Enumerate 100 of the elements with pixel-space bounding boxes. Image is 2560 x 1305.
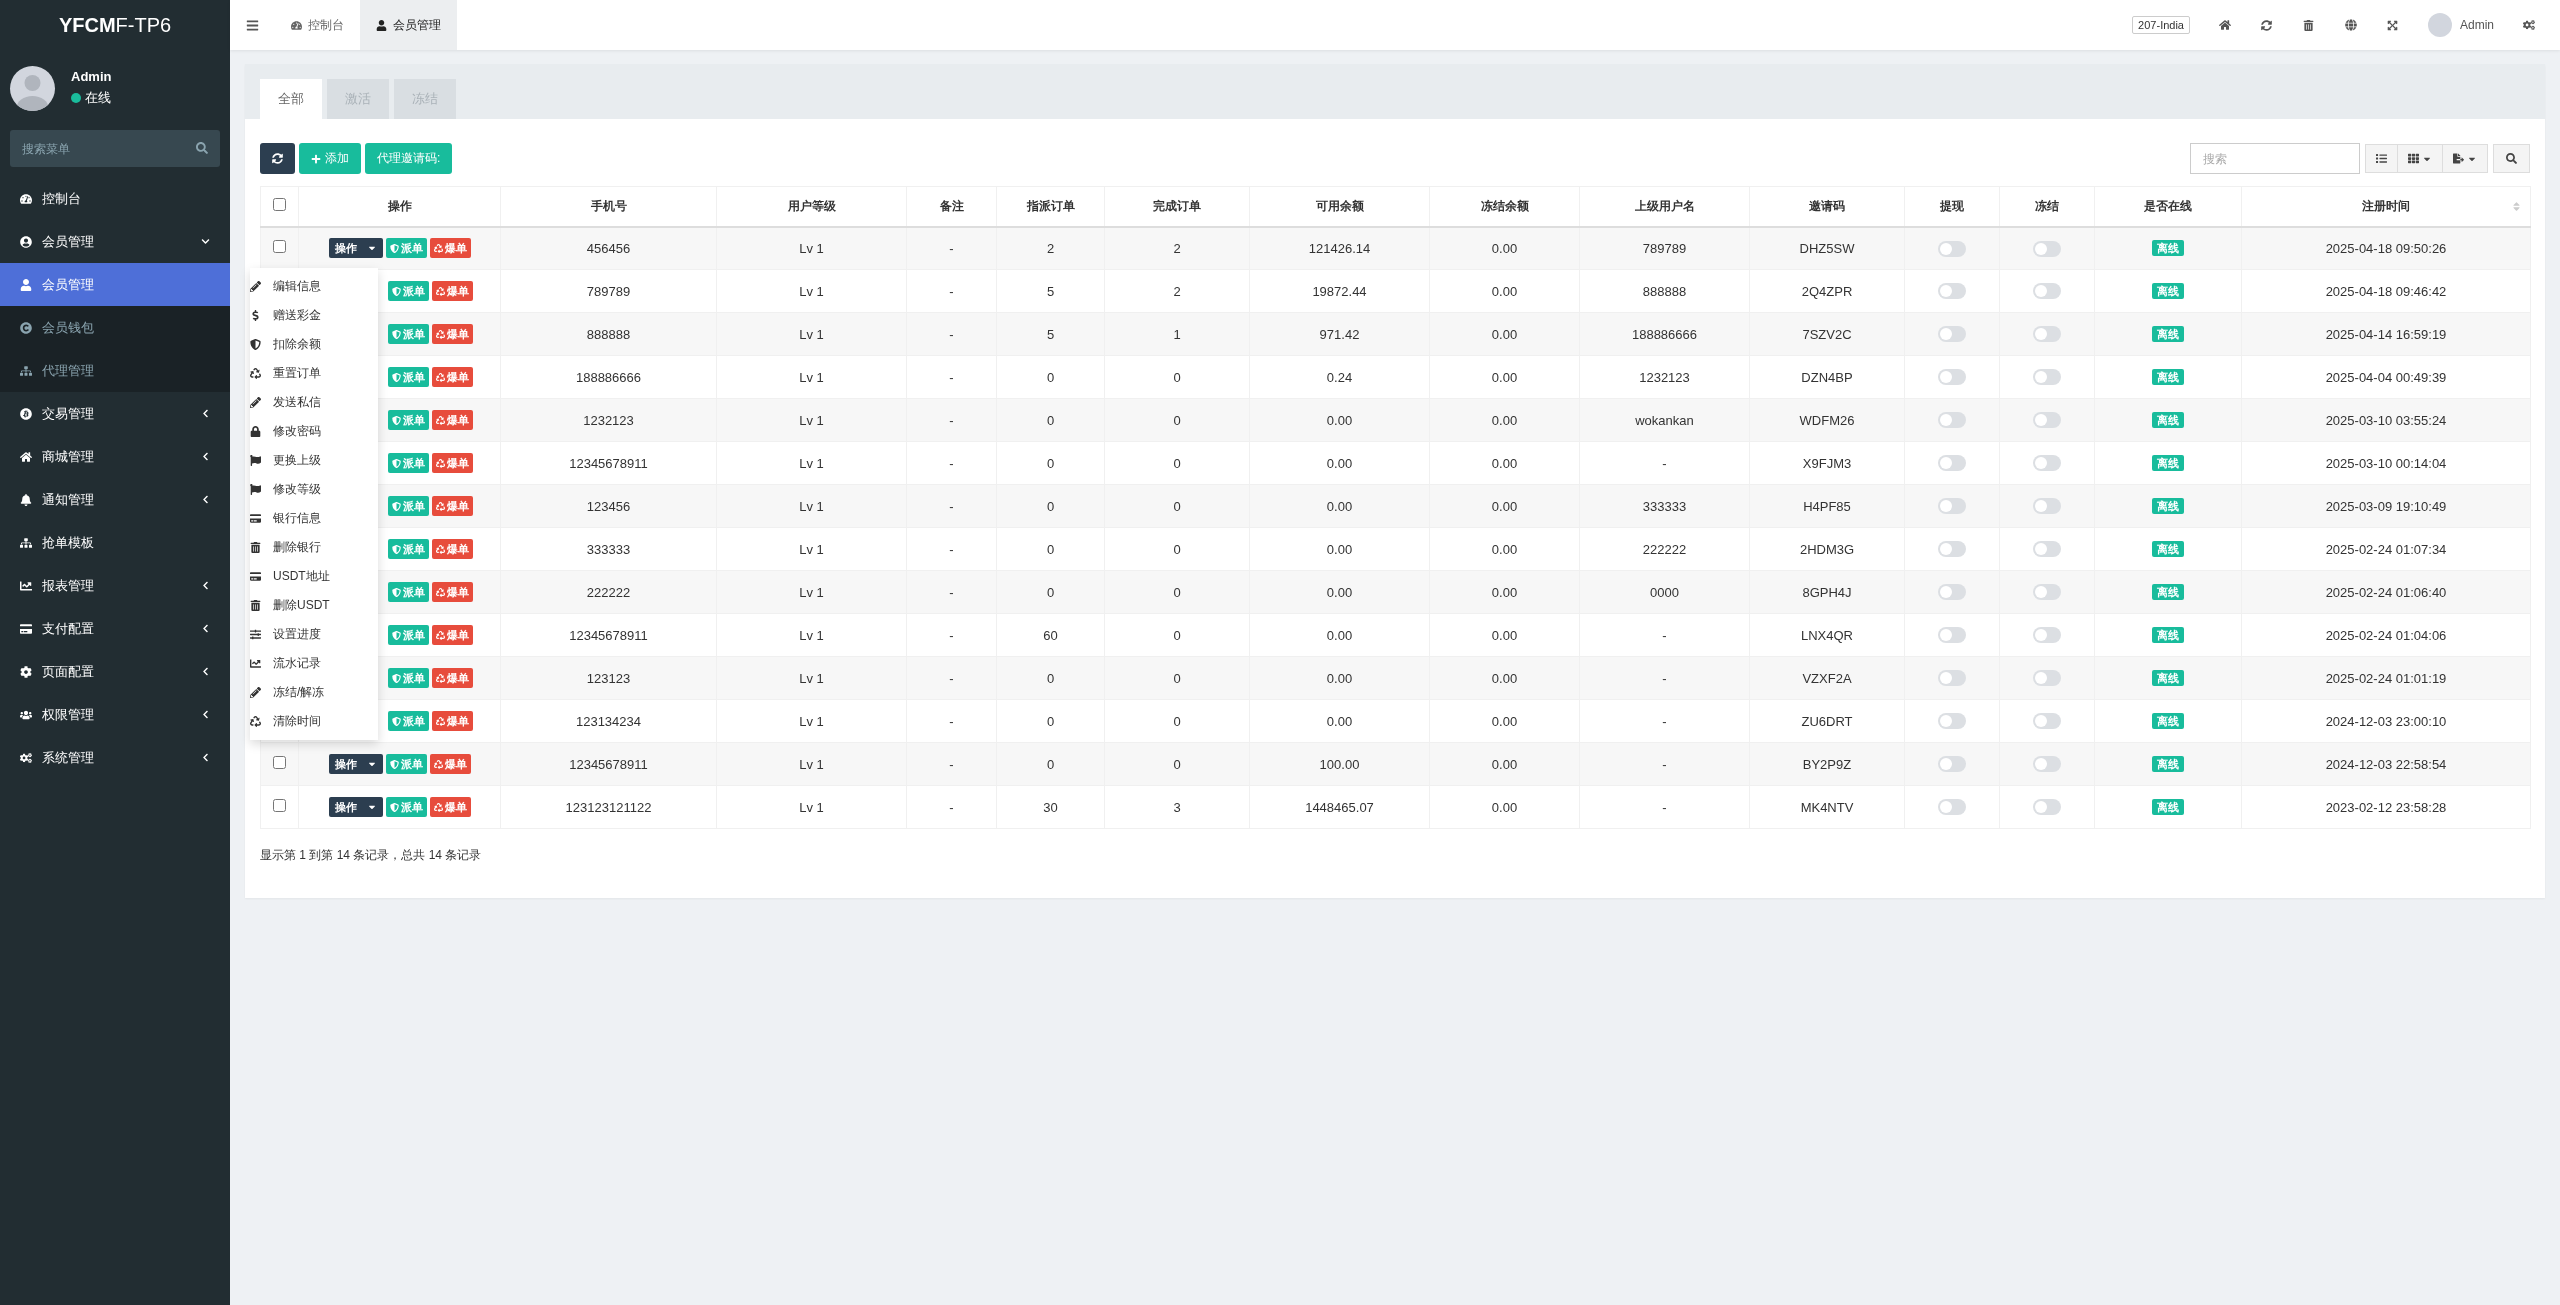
burst-button[interactable]: 爆单: [432, 496, 473, 516]
menu-item[interactable]: 银行信息: [250, 504, 378, 533]
withdraw-toggle[interactable]: [1938, 369, 1966, 386]
freeze-toggle[interactable]: [2033, 627, 2061, 644]
burst-button[interactable]: 爆单: [429, 797, 471, 817]
row-checkbox[interactable]: [273, 240, 286, 254]
burst-button[interactable]: 爆单: [432, 367, 473, 387]
search-icon: [196, 142, 208, 154]
sidebar-item[interactable]: 报表管理: [0, 564, 230, 607]
export-button[interactable]: [2442, 144, 2488, 173]
burst-button[interactable]: 爆单: [432, 539, 473, 559]
withdraw-toggle[interactable]: [1938, 799, 1966, 816]
sidebar-item[interactable]: 抢单模板: [0, 521, 230, 564]
menu-item[interactable]: 重置订单: [250, 359, 378, 388]
withdraw-toggle[interactable]: [1938, 283, 1966, 300]
sidebar-item[interactable]: 页面配置: [0, 650, 230, 693]
menu-item[interactable]: 清除时间: [250, 707, 378, 736]
freeze-toggle[interactable]: [2033, 756, 2061, 773]
burst-button[interactable]: 爆单: [432, 711, 473, 731]
menu-item[interactable]: 扣除余额: [250, 330, 378, 359]
table-cell: 0000: [1650, 584, 1679, 600]
columns-button[interactable]: [2397, 144, 2443, 173]
withdraw-toggle[interactable]: [1938, 627, 1966, 644]
sidebar-item[interactable]: 系统管理: [0, 736, 230, 779]
burst-button[interactable]: 爆单: [432, 582, 473, 602]
freeze-toggle[interactable]: [2033, 326, 2061, 343]
actions-dropdown-button[interactable]: 操作: [328, 797, 383, 817]
freeze-toggle[interactable]: [2033, 240, 2061, 257]
search-field[interactable]: 搜索: [2190, 143, 2360, 174]
sidebar-item[interactable]: 交易管理: [0, 392, 230, 435]
freeze-toggle[interactable]: [2033, 412, 2061, 429]
search-button[interactable]: [2493, 144, 2530, 173]
freeze-toggle[interactable]: [2033, 584, 2061, 601]
sort-icon[interactable]: [2511, 201, 2522, 212]
table-cell: -: [949, 584, 954, 600]
actions-dropdown-button[interactable]: 操作: [328, 238, 383, 259]
server-badge: 207-India: [2132, 16, 2190, 34]
sidebar-item[interactable]: 权限管理: [0, 693, 230, 736]
sidebar-item[interactable]: 商城管理: [0, 435, 230, 478]
freeze-toggle[interactable]: [2033, 541, 2061, 558]
burst-button[interactable]: 爆单: [432, 668, 473, 688]
freeze-toggle[interactable]: [2033, 369, 2061, 386]
menu-item[interactable]: 更换上级: [250, 446, 378, 475]
menu-item[interactable]: USDT地址: [250, 562, 378, 591]
sidebar-item[interactable]: 通知管理: [0, 478, 230, 521]
withdraw-toggle[interactable]: [1938, 541, 1966, 558]
menu-item[interactable]: 流水记录: [250, 649, 378, 678]
menu-item[interactable]: 冻结/解冻: [250, 678, 378, 707]
withdraw-toggle[interactable]: [1938, 240, 1966, 257]
freeze-toggle[interactable]: [2033, 498, 2061, 515]
sidebar-item[interactable]: 支付配置: [0, 607, 230, 650]
menu-search-field[interactable]: 搜索菜单: [10, 130, 220, 167]
sidebar-subitem[interactable]: 会员管理: [0, 263, 230, 306]
filter-tab[interactable]: 全部: [260, 79, 322, 119]
table-cell: 2024-12-03 22:58:54: [2325, 756, 2447, 772]
freeze-toggle[interactable]: [2033, 283, 2061, 300]
sidebar-subitem[interactable]: 代理管理: [0, 349, 230, 392]
withdraw-toggle[interactable]: [1938, 326, 1966, 343]
withdraw-toggle[interactable]: [1938, 498, 1966, 515]
refresh-button[interactable]: [260, 143, 295, 174]
withdraw-toggle[interactable]: [1938, 584, 1966, 601]
actions-dropdown-button[interactable]: 操作: [328, 754, 383, 774]
page-tab[interactable]: 会员管理: [360, 0, 457, 50]
withdraw-toggle[interactable]: [1938, 670, 1966, 687]
withdraw-toggle[interactable]: [1938, 412, 1966, 429]
burst-button[interactable]: 爆单: [432, 625, 473, 645]
menu-item[interactable]: 赠送彩金: [250, 301, 378, 330]
page-tab[interactable]: 控制台: [275, 0, 360, 50]
menu-item[interactable]: 编辑信息: [250, 272, 378, 301]
sidebar-item[interactable]: 会员管理: [0, 220, 230, 263]
menu-item[interactable]: 设置进度: [250, 620, 378, 649]
burst-button[interactable]: 爆单: [432, 324, 473, 344]
menu-item[interactable]: 修改等级: [250, 475, 378, 504]
menu-item[interactable]: 修改密码: [250, 417, 378, 446]
table-cell: 0.00: [1491, 756, 1518, 772]
user-name[interactable]: Admin: [2460, 18, 2494, 32]
withdraw-toggle[interactable]: [1938, 756, 1966, 773]
table-cell: 2025-04-04 00:49:39: [2325, 369, 2447, 385]
burst-button[interactable]: 爆单: [429, 754, 471, 774]
sidebar-item[interactable]: 控制台: [0, 177, 230, 220]
row-checkbox[interactable]: [273, 756, 286, 769]
sidebar-subitem[interactable]: 会员钱包: [0, 306, 230, 349]
withdraw-toggle[interactable]: [1938, 713, 1966, 730]
row-checkbox[interactable]: [273, 799, 286, 812]
table-cell: -: [949, 627, 954, 643]
list-view-button[interactable]: [2365, 144, 2398, 173]
menu-item[interactable]: 删除USDT: [250, 591, 378, 620]
burst-button[interactable]: 爆单: [432, 410, 473, 430]
freeze-toggle[interactable]: [2033, 799, 2061, 816]
menu-item[interactable]: 删除银行: [250, 533, 378, 562]
select-all-checkbox[interactable]: [273, 198, 286, 212]
freeze-toggle[interactable]: [2033, 670, 2061, 687]
table-cell: 0.00: [1491, 541, 1518, 557]
menu-item[interactable]: 发送私信: [250, 388, 378, 417]
burst-button[interactable]: 爆单: [429, 238, 471, 259]
burst-button[interactable]: 爆单: [432, 281, 473, 301]
freeze-toggle[interactable]: [2033, 455, 2061, 472]
freeze-toggle[interactable]: [2033, 713, 2061, 730]
withdraw-toggle[interactable]: [1938, 455, 1966, 472]
burst-button[interactable]: 爆单: [432, 453, 473, 473]
